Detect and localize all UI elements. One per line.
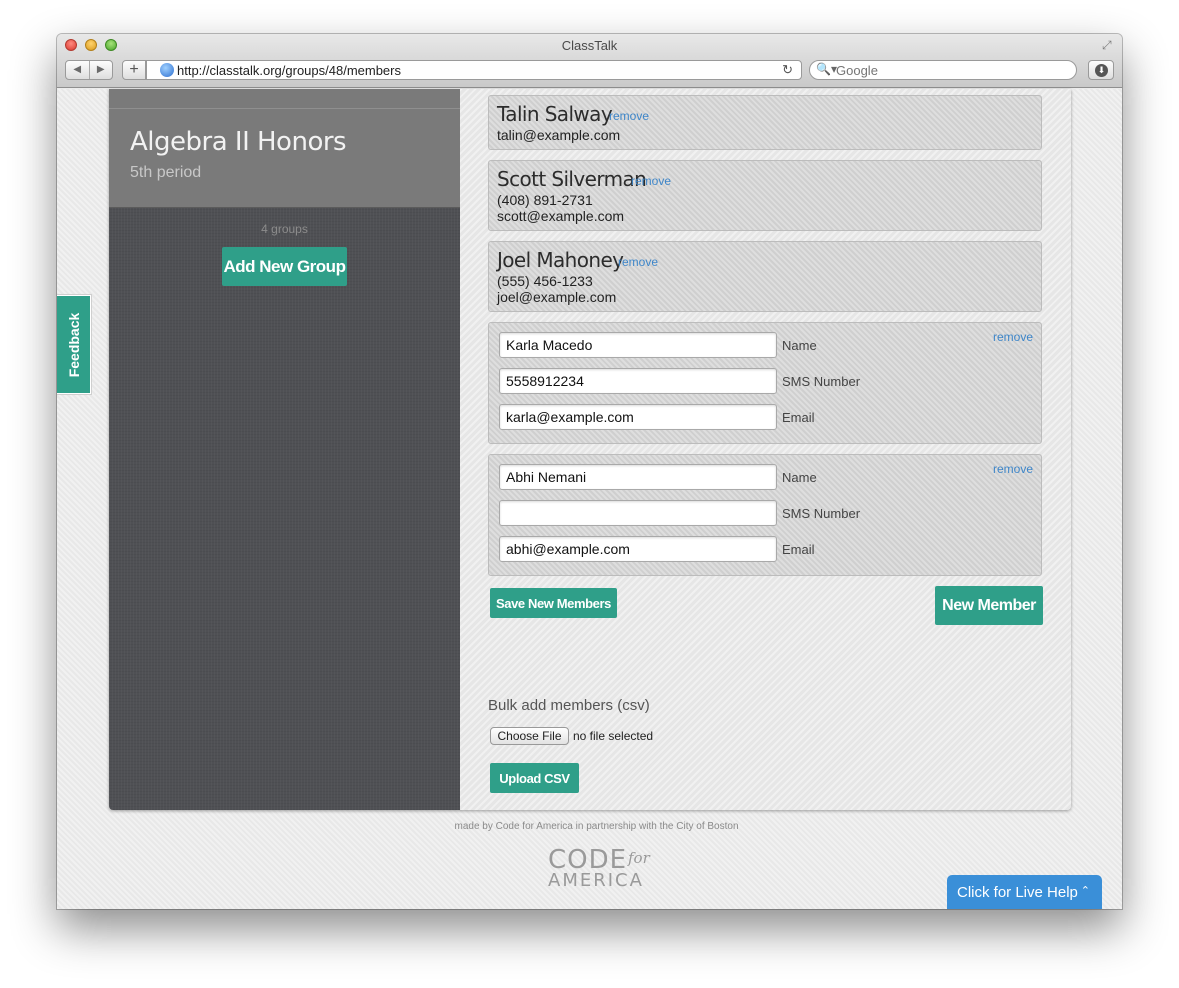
forward-button[interactable]: ▶ [90, 61, 113, 79]
page-content: Algebra II Honors 5th period 4 groups Ad… [57, 89, 1122, 909]
remove-form-link[interactable]: remove [993, 462, 1033, 476]
logo-america-text: AMERICA [548, 870, 644, 891]
member-card: Talin Salway remove talin@example.com [488, 95, 1042, 150]
group-header[interactable]: Algebra II Honors 5th period [109, 89, 460, 208]
search-input[interactable] [836, 63, 1066, 78]
titlebar: ClassTalk ⤢ ◀ ▶ + http://classtalk.org/g… [57, 34, 1122, 88]
new-member-form: remove Name SMS Number Email [488, 322, 1042, 444]
main-card: Algebra II Honors 5th period 4 groups Ad… [109, 89, 1071, 810]
email-label: Email [782, 410, 815, 425]
save-new-members-button[interactable]: Save New Members [490, 588, 617, 618]
group-sidebar: Algebra II Honors 5th period 4 groups Ad… [109, 89, 460, 810]
reload-icon[interactable]: ↻ [782, 62, 793, 78]
code-for-america-logo[interactable]: CODE for AMERICA [548, 845, 658, 893]
globe-icon [160, 63, 174, 77]
member-card: Joel Mahoney remove (555) 456-1233 joel@… [488, 241, 1042, 312]
feedback-tab[interactable]: Feedback [57, 295, 91, 394]
window-title: ClassTalk [561, 38, 618, 53]
name-input[interactable] [499, 332, 777, 358]
member-card: Scott Silverman remove (408) 891-2731 sc… [488, 160, 1042, 231]
upload-csv-button[interactable]: Upload CSV [490, 763, 579, 793]
sms-number-label: SMS Number [782, 506, 861, 521]
back-forward-buttons: ◀ ▶ [65, 60, 113, 80]
members-panel: Talin Salway remove talin@example.com Sc… [460, 89, 1071, 810]
member-phone: (555) 456-1233 [497, 273, 593, 289]
chevron-up-icon: ⌃ [1080, 885, 1090, 897]
group-name: Algebra II Honors [130, 127, 347, 157]
remove-member-link[interactable]: remove [609, 109, 649, 123]
browser-window: ClassTalk ⤢ ◀ ▶ + http://classtalk.org/g… [57, 34, 1122, 909]
downloads-button[interactable]: ⬇ [1088, 60, 1114, 80]
email-input[interactable] [499, 536, 777, 562]
member-name: Joel Mahoney [497, 248, 624, 272]
sms-number-input[interactable] [499, 368, 777, 394]
groups-count: 4 groups [261, 222, 308, 236]
add-new-group-button[interactable]: Add New Group [222, 247, 347, 286]
name-input[interactable] [499, 464, 777, 490]
address-bar[interactable]: http://classtalk.org/groups/48/members ↻ [146, 60, 802, 80]
group-subtitle: 5th period [130, 164, 202, 181]
remove-form-link[interactable]: remove [993, 330, 1033, 344]
member-email: joel@example.com [497, 289, 617, 305]
name-label: Name [782, 338, 817, 353]
footer-credit: made by Code for America in partnership … [454, 821, 739, 832]
url-text[interactable]: http://classtalk.org/groups/48/members [177, 63, 401, 78]
sms-number-input[interactable] [499, 500, 777, 526]
back-button[interactable]: ◀ [66, 61, 90, 79]
email-input[interactable] [499, 404, 777, 430]
new-member-form: remove Name SMS Number Email [488, 454, 1042, 576]
name-label: Name [782, 470, 817, 485]
remove-member-link[interactable]: remove [618, 255, 658, 269]
member-phone: (408) 891-2731 [497, 192, 593, 208]
bulk-add-label: Bulk add members (csv) [488, 697, 650, 714]
new-member-button[interactable]: New Member [935, 586, 1043, 625]
sms-number-label: SMS Number [782, 374, 861, 389]
search-bar[interactable]: 🔍▾ [809, 60, 1077, 80]
fullscreen-icon[interactable]: ⤢ [1102, 38, 1116, 52]
member-name: Scott Silverman [497, 167, 647, 191]
file-status: no file selected [573, 729, 654, 743]
member-name: Talin Salway [497, 102, 613, 126]
download-icon: ⬇ [1095, 64, 1108, 77]
header-divider [109, 108, 460, 109]
choose-file-button[interactable]: Choose File [490, 727, 569, 745]
logo-for-text: for [628, 849, 650, 867]
live-help-label: Click for Live Help [957, 883, 1078, 901]
remove-member-link[interactable]: remove [631, 174, 671, 188]
feedback-label: Feedback [65, 312, 82, 377]
search-icon[interactable]: 🔍▾ [816, 62, 837, 76]
member-email: talin@example.com [497, 127, 621, 143]
live-help-button[interactable]: Click for Live Help ⌃ [947, 875, 1102, 909]
email-label: Email [782, 542, 815, 557]
member-email: scott@example.com [497, 208, 625, 224]
add-bookmark-button[interactable]: + [122, 60, 146, 80]
